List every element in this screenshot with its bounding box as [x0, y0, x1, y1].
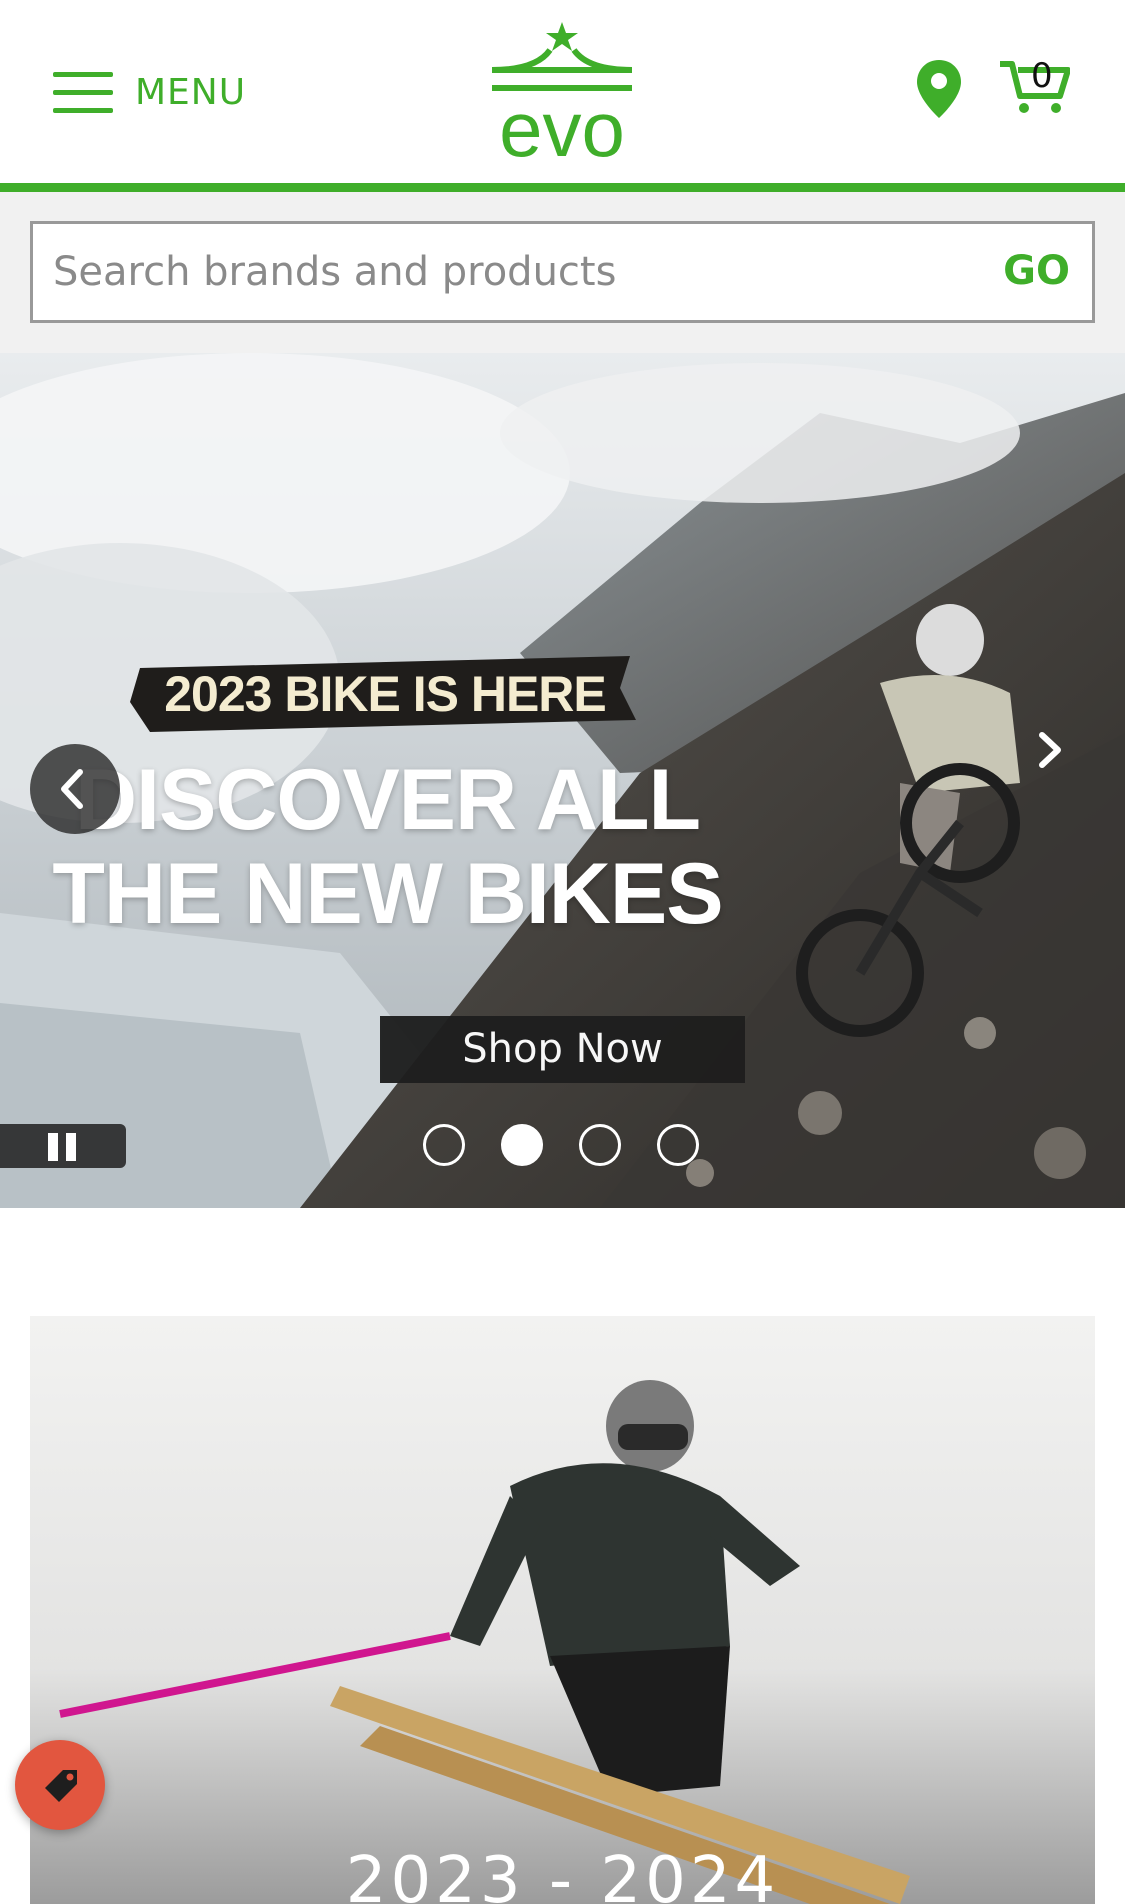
- evo-logo[interactable]: evo: [486, 18, 638, 160]
- carousel-dot-2[interactable]: [501, 1124, 543, 1166]
- carousel-pause-button[interactable]: [0, 1124, 126, 1168]
- chevron-right-icon: [1039, 732, 1061, 768]
- search-input[interactable]: [53, 224, 953, 320]
- search-go-button[interactable]: GO: [1003, 248, 1070, 294]
- ski-promo-tile[interactable]: 2023 - 2024: [30, 1316, 1095, 1904]
- tag-icon: [45, 1770, 77, 1802]
- promo-caption: 2023 - 2024: [345, 1844, 780, 1904]
- deals-button[interactable]: [15, 1740, 105, 1830]
- promo-image: [30, 1316, 1095, 1904]
- carousel-prev-button[interactable]: [30, 744, 120, 834]
- shop-now-button[interactable]: Shop Now: [380, 1016, 745, 1083]
- hero-tag: 2023 BIKE IS HERE: [164, 666, 607, 722]
- hamburger-icon: [53, 68, 113, 116]
- logo-text: evo: [499, 85, 625, 160]
- location-pin-icon[interactable]: [915, 58, 963, 120]
- hero-title-line-2: THE NEW BIKES: [52, 846, 723, 942]
- hero-carousel: 2023 BIKE IS HERE DISCOVER ALL THE NEW B…: [0, 353, 1125, 1208]
- cart-count-badge: 0: [1031, 56, 1053, 96]
- search-box: GO: [30, 221, 1095, 323]
- menu-button[interactable]: MENU: [53, 64, 246, 120]
- carousel-dot-3[interactable]: [579, 1124, 621, 1166]
- carousel-dots: [423, 1124, 735, 1168]
- carousel-dot-1[interactable]: [423, 1124, 465, 1166]
- chevron-left-icon: [61, 769, 83, 809]
- header-accent-bar: [0, 183, 1125, 192]
- carousel-next-button[interactable]: [1022, 717, 1078, 783]
- menu-label: MENU: [135, 71, 247, 113]
- carousel-dot-4[interactable]: [657, 1124, 699, 1166]
- site-header: MENU evo 0: [0, 0, 1125, 183]
